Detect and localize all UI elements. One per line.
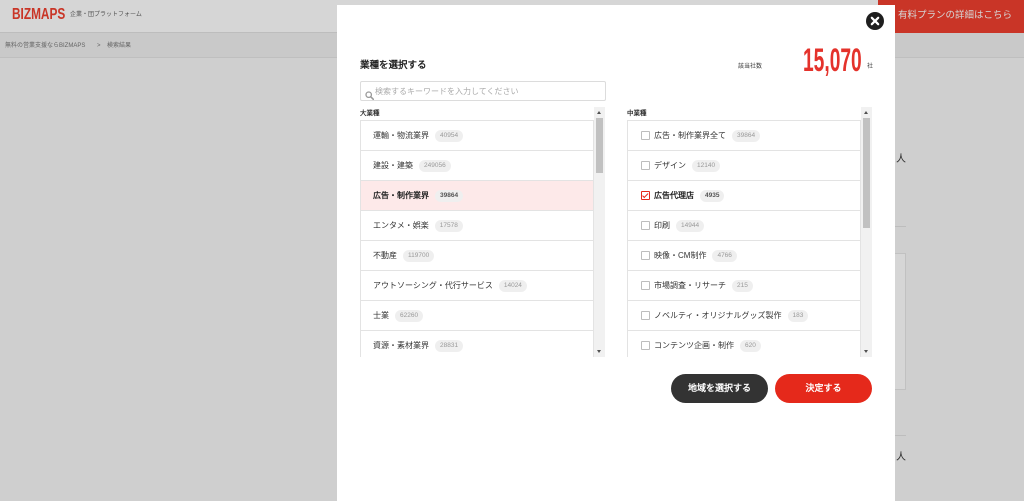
minor-industry-item[interactable]: 印刷 14944 [628, 210, 860, 240]
minor-industry-header: 中業種 [627, 110, 647, 117]
company-count-badge: 620 [740, 339, 761, 352]
check-icon [642, 191, 649, 198]
minor-industry-item[interactable]: 映像・CM制作 4766 [628, 240, 860, 270]
checkbox-checked[interactable] [641, 191, 650, 200]
major-industry-item[interactable]: 資源・素材業界 28831 [361, 330, 593, 357]
industry-label: 印刷 [654, 220, 670, 230]
search-icon [365, 87, 375, 101]
checkbox[interactable] [641, 251, 650, 260]
scroll-down-arrow[interactable] [597, 350, 601, 353]
company-count-badge: 4766 [712, 249, 737, 262]
industry-label: 不動産 [373, 250, 397, 260]
checkbox[interactable] [641, 281, 650, 290]
scrollbar-thumb[interactable] [863, 118, 870, 228]
search-box[interactable] [360, 81, 606, 101]
industry-label: ノベルティ・オリジナルグッズ製作 [654, 310, 782, 320]
minor-industry-item[interactable]: 市場調査・リサーチ 215 [628, 270, 860, 300]
industry-label: 市場調査・リサーチ [654, 280, 726, 290]
major-industry-header: 大業種 [360, 110, 380, 117]
industry-label: 運輸・物流業界 [373, 130, 429, 140]
major-industry-item[interactable]: エンタメ・娯楽 17578 [361, 210, 593, 240]
scrollbar-thumb[interactable] [596, 118, 603, 173]
industry-label: 映像・CM制作 [654, 250, 707, 260]
industry-label: アウトソーシング・代行サービス [373, 280, 493, 290]
industry-label: 広告・制作業界全て [654, 130, 726, 140]
industry-label: 広告・制作業界 [373, 190, 429, 200]
scroll-down-arrow[interactable] [864, 350, 868, 353]
company-count-badge: 12140 [692, 159, 721, 172]
scrollbar[interactable] [594, 107, 605, 357]
matching-count-unit: 社 [867, 64, 874, 70]
industry-label: 士業 [373, 310, 389, 320]
checkbox[interactable] [641, 161, 650, 170]
minor-industry-item[interactable]: ノベルティ・オリジナルグッズ製作 183 [628, 300, 860, 330]
major-industry-item[interactable]: 士業 62260 [361, 300, 593, 330]
close-icon[interactable] [866, 12, 884, 30]
matching-count-value: 15,070 [803, 42, 862, 78]
checkbox[interactable] [641, 311, 650, 320]
industry-select-modal: 業種を選択する 該当社数 15,070 社 大業種 運輸・物流業界 40954 建設… [337, 5, 895, 501]
industry-label: 広告代理店 [654, 190, 694, 200]
major-industry-item[interactable]: 建設・建築 249056 [361, 150, 593, 180]
company-count-badge: 62260 [395, 309, 424, 322]
scrollbar[interactable] [861, 107, 872, 357]
major-industry-item[interactable]: 不動産 119700 [361, 240, 593, 270]
major-industry-column: 大業種 運輸・物流業界 40954 建設・建築 249056 広告・制作業界 39864 エ… [360, 107, 605, 357]
select-region-button[interactable]: 地域を選択する [671, 374, 768, 403]
modal-title: 業種を選択する [360, 60, 427, 71]
minor-industry-item[interactable]: 広告・制作業界全て 39864 [628, 120, 860, 150]
minor-industry-item[interactable]: コンテンツ企画・制作 620 [628, 330, 860, 357]
major-industry-list[interactable]: 運輸・物流業界 40954 建設・建築 249056 広告・制作業界 39864 エンタメ・… [360, 120, 594, 357]
company-count-badge: 119700 [403, 249, 435, 262]
company-count-badge: 14944 [676, 219, 705, 232]
company-count-badge: 39864 [732, 129, 761, 142]
company-count-badge: 183 [787, 309, 809, 322]
company-count-badge: 215 [732, 279, 753, 292]
company-count-badge: 17578 [434, 219, 463, 232]
search-input[interactable] [375, 82, 603, 100]
major-industry-item[interactable]: 広告・制作業界 39864 [361, 180, 593, 210]
checkbox[interactable] [641, 221, 650, 230]
industry-label: コンテンツ企画・制作 [654, 340, 734, 350]
company-count-badge: 249056 [419, 159, 451, 172]
checkbox[interactable] [641, 341, 650, 350]
submit-button[interactable]: 決定する [775, 374, 872, 403]
matching-count-label: 該当社数 [738, 64, 763, 70]
industry-label: エンタメ・娯楽 [373, 220, 429, 230]
minor-industry-list[interactable]: 広告・制作業界全て 39864 デザイン 12140 広告代理店 4935 印刷 14944 映… [627, 120, 861, 357]
major-industry-item[interactable]: アウトソーシング・代行サービス 14024 [361, 270, 593, 300]
major-industry-item[interactable]: 運輸・物流業界 40954 [361, 120, 593, 150]
company-count-badge: 39864 [435, 189, 464, 202]
industry-label: 建設・建築 [373, 160, 413, 170]
industry-label: デザイン [654, 160, 686, 170]
scroll-up-arrow[interactable] [864, 111, 868, 114]
company-count-badge: 14024 [498, 279, 527, 292]
company-count-badge: 40954 [435, 129, 464, 142]
checkbox[interactable] [641, 131, 650, 140]
company-count-badge: 4935 [700, 189, 725, 202]
minor-industry-item[interactable]: 広告代理店 4935 [628, 180, 860, 210]
minor-industry-item[interactable]: デザイン 12140 [628, 150, 860, 180]
minor-industry-column: 中業種 広告・制作業界全て 39864 デザイン 12140 広告代理店 4935 印刷 14… [627, 107, 872, 357]
company-count-badge: 28831 [435, 339, 464, 352]
industry-label: 資源・素材業界 [373, 340, 429, 350]
scroll-up-arrow[interactable] [597, 111, 601, 114]
